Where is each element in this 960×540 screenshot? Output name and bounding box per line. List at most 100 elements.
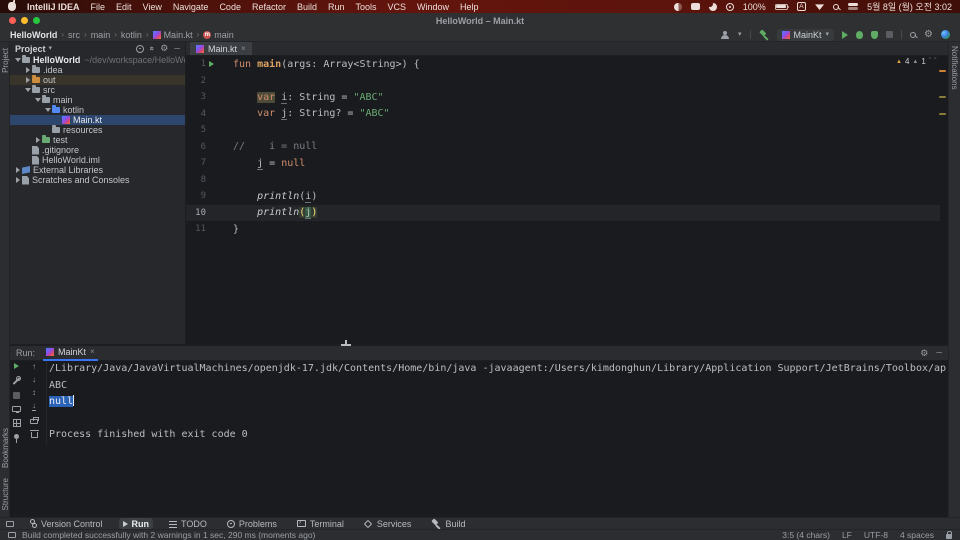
code-editor[interactable]: 1 fun main(args: Array<String>) {2 3 var i… xyxy=(186,56,940,344)
tree-item-test[interactable]: test xyxy=(10,135,185,145)
toolwindow-button-terminal[interactable]: Terminal xyxy=(293,518,348,529)
print-icon[interactable] xyxy=(30,417,39,424)
spotlight-icon[interactable] xyxy=(833,3,840,10)
editor-line-6[interactable]: 6 // i = null xyxy=(186,139,940,156)
breadcrumb-item-helloworld[interactable]: HelloWorld xyxy=(10,30,57,40)
run-configuration-chooser[interactable]: MainKt ▾ xyxy=(776,28,835,41)
breadcrumb-item-main-kt[interactable]: Main.kt xyxy=(152,30,193,40)
toolwindow-button-todo[interactable]: TODO xyxy=(165,518,211,529)
dump-threads-icon[interactable] xyxy=(12,406,21,413)
chevron-collapsed-icon[interactable] xyxy=(14,177,22,183)
panel-settings-gear-icon[interactable]: ⚙ xyxy=(160,44,168,53)
chevron-collapsed-icon[interactable] xyxy=(14,167,22,173)
chat-bubble-icon[interactable] xyxy=(690,3,700,10)
debug-button[interactable] xyxy=(856,30,864,39)
hide-run-panel-icon[interactable]: ─ xyxy=(936,349,942,357)
editor-line-3[interactable]: 3 var i: String = "ABC" xyxy=(186,89,940,106)
editor-line-4[interactable]: 4 var j: String? = "ABC" xyxy=(186,106,940,123)
editor-line-9[interactable]: 9 println(i) xyxy=(186,188,940,205)
profile-icon[interactable] xyxy=(721,30,730,39)
up-stack-trace-icon[interactable]: ↑ xyxy=(32,363,36,371)
wifi-icon[interactable] xyxy=(815,4,825,10)
menu-intellij-idea[interactable]: IntelliJ IDEA xyxy=(27,2,80,12)
menu-window[interactable]: Window xyxy=(417,2,449,12)
breadcrumb-item-main[interactable]: m main xyxy=(203,30,234,40)
scrollbar-warning-mark[interactable] xyxy=(939,96,946,98)
event-log-icon[interactable] xyxy=(8,532,16,538)
toolwindow-button-run[interactable]: Run xyxy=(118,518,154,529)
editor-line-8[interactable]: 8 xyxy=(186,172,940,189)
chevron-collapsed-icon[interactable] xyxy=(34,137,42,143)
menu-edit[interactable]: Edit xyxy=(116,2,132,12)
tree-item-kotlin[interactable]: kotlin xyxy=(10,105,185,115)
stripe-notifications-label[interactable]: Notifications xyxy=(950,46,959,90)
chevron-down-icon[interactable]: ▾ xyxy=(738,31,742,38)
toolwindow-button-services[interactable]: Services xyxy=(360,518,416,529)
scrollbar-error-stripe-mark[interactable] xyxy=(939,70,946,72)
close-run-tab-icon[interactable]: × xyxy=(90,348,95,356)
chevron-expanded-icon[interactable] xyxy=(34,98,42,102)
caret-position[interactable]: 3:5 (4 chars) xyxy=(782,530,830,540)
scrollbar-warning-mark[interactable] xyxy=(939,113,946,115)
stripe-bookmarks-label[interactable]: Bookmarks xyxy=(1,428,10,468)
close-tab-icon[interactable]: × xyxy=(241,44,246,53)
readonly-lock-icon[interactable] xyxy=(946,531,952,539)
tree-item-gitignore[interactable]: .gitignore xyxy=(10,145,185,155)
editor-line-1[interactable]: 1 fun main(args: Array<String>) { xyxy=(186,56,940,73)
screen-record-icon[interactable] xyxy=(725,2,734,11)
settings-gear-icon[interactable]: ⚙ xyxy=(924,29,933,40)
chevron-expanded-icon[interactable] xyxy=(24,88,32,92)
breadcrumb-item-main[interactable]: main xyxy=(91,30,111,40)
line-separator[interactable]: LF xyxy=(842,530,852,540)
apple-menu-icon[interactable] xyxy=(8,0,16,11)
file-encoding[interactable]: UTF-8 xyxy=(864,530,888,540)
tool-window-layout-icon[interactable] xyxy=(6,520,14,527)
project-panel-title[interactable]: Project xyxy=(15,44,46,54)
tree-item-out[interactable]: out xyxy=(10,75,185,85)
indent-style[interactable]: 4 spaces xyxy=(900,530,934,540)
tree-item-helloworld[interactable]: HelloWorld~/dev/workspace/HelloWorld xyxy=(10,55,185,65)
down-stack-trace-icon[interactable]: ↓ xyxy=(32,376,36,384)
tree-item-helloworld-iml[interactable]: HelloWorld.iml xyxy=(10,155,185,165)
chevron-expanded-icon[interactable] xyxy=(14,58,22,62)
toolwindow-button-problems[interactable]: Problems xyxy=(223,518,281,529)
menu-refactor[interactable]: Refactor xyxy=(252,2,286,12)
stripe-structure-label[interactable]: Structure xyxy=(1,478,10,510)
menu-clock[interactable]: 5월 8일 (월) 오전 3:02 xyxy=(867,0,952,13)
clear-all-icon[interactable] xyxy=(30,429,39,438)
control-center-icon[interactable] xyxy=(848,3,859,10)
menu-code[interactable]: Code xyxy=(219,2,241,12)
editor-line-7[interactable]: 7 j = null xyxy=(186,155,940,172)
inspections-widget[interactable]: ▲ 4 ▲ 1 ˆ ˇ xyxy=(896,57,937,66)
tree-item-external-libraries[interactable]: External Libraries xyxy=(10,165,185,175)
focus-mode-icon[interactable] xyxy=(707,1,717,11)
status-message[interactable]: Build completed successfully with 2 warn… xyxy=(22,530,315,540)
restore-layout-icon[interactable] xyxy=(12,419,21,427)
run-with-coverage-button[interactable] xyxy=(871,30,879,39)
code-with-me-icon[interactable] xyxy=(941,30,950,39)
menu-navigate[interactable]: Navigate xyxy=(173,2,209,12)
scroll-to-end-icon[interactable]: ↓ xyxy=(32,402,36,411)
prev-problem-icon[interactable]: ˆ xyxy=(929,58,931,65)
editor-line-2[interactable]: 2 xyxy=(186,73,940,90)
menu-tools[interactable]: Tools xyxy=(356,2,377,12)
console-output[interactable]: /Library/Java/JavaVirtualMachines/openjd… xyxy=(46,361,948,444)
tree-item-scratches-and-consoles[interactable]: Scratches and Consoles xyxy=(10,175,185,185)
tree-item-idea[interactable]: .idea xyxy=(10,65,185,75)
tree-item-resources[interactable]: resources xyxy=(10,125,185,135)
collapse-all-icon[interactable]: « xyxy=(148,46,157,50)
editor-tab-main-kt[interactable]: Main.kt × xyxy=(190,42,252,55)
chevron-collapsed-icon[interactable] xyxy=(24,77,32,83)
search-everywhere-icon[interactable] xyxy=(910,31,917,38)
run-tab-mainkt[interactable]: MainKt × xyxy=(43,346,98,361)
display-status-icon[interactable] xyxy=(673,2,682,11)
menu-help[interactable]: Help xyxy=(460,2,479,12)
toolwindow-button-version-control[interactable]: Version Control xyxy=(26,518,107,529)
chevron-collapsed-icon[interactable] xyxy=(24,67,32,73)
menu-run[interactable]: Run xyxy=(328,2,345,12)
toolwindow-button-build[interactable]: Build xyxy=(427,518,469,529)
editor-line-10[interactable]: 10 println(j) xyxy=(186,204,940,221)
breadcrumb-item-src[interactable]: src xyxy=(68,30,80,40)
menu-build[interactable]: Build xyxy=(297,2,317,12)
soft-wrap-icon[interactable]: ↕ xyxy=(32,389,36,397)
